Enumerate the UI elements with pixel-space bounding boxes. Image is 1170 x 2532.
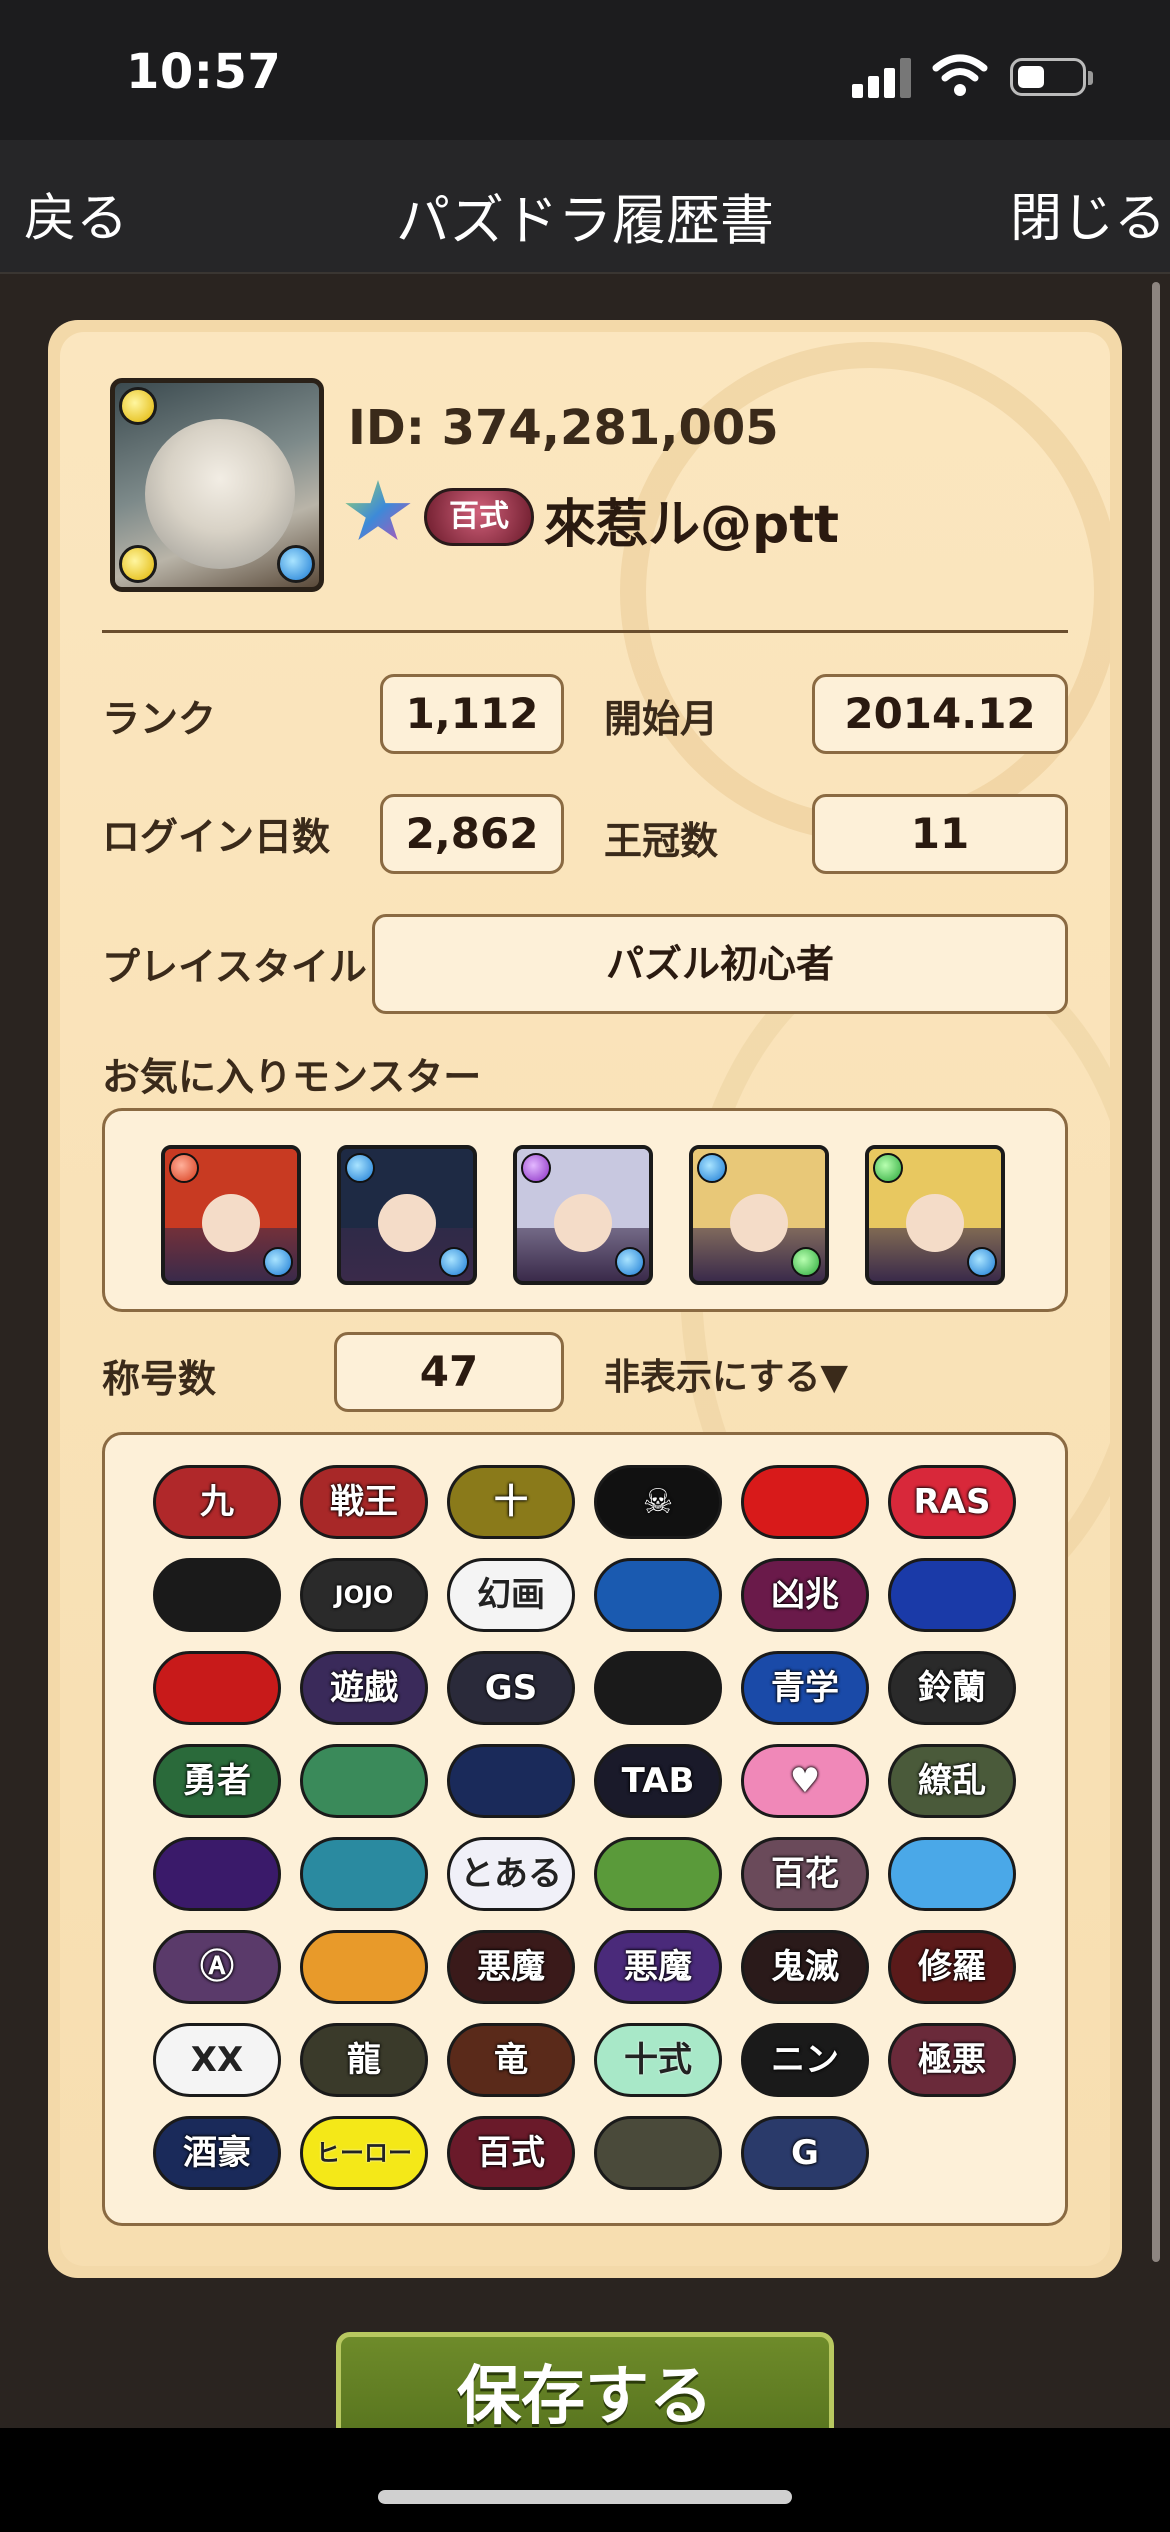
- fav-monster-2[interactable]: [337, 1145, 477, 1285]
- title-badge[interactable]: 修羅: [888, 1930, 1016, 2004]
- fav-monster-1[interactable]: [161, 1145, 301, 1285]
- rank-star-icon: [344, 480, 412, 546]
- titles-grid: 九戦王十 ☠ RAS JOJO 幻画 凶兆遊戯 GS 青学 鈴蘭勇者 TAB ♥ 繚乱とある 百花 Ⓐ 悪魔…: [102, 1432, 1068, 2226]
- title-badge[interactable]: G: [741, 2116, 869, 2190]
- title-badge[interactable]: 竜: [447, 2023, 575, 2097]
- login-days-label: ログイン日数: [102, 815, 331, 859]
- title-badge[interactable]: [888, 1837, 1016, 1911]
- title-badge[interactable]: 龍: [300, 2023, 428, 2097]
- title-badge[interactable]: [300, 1837, 428, 1911]
- title-badge[interactable]: ☠: [594, 1465, 722, 1539]
- water-orb-icon: [277, 545, 315, 583]
- title-badge[interactable]: [153, 1651, 281, 1725]
- title-badge[interactable]: [594, 1651, 722, 1725]
- fav-monster-3[interactable]: [513, 1145, 653, 1285]
- start-month-value: 2014.12: [812, 674, 1068, 754]
- title-badge[interactable]: ♥: [741, 1744, 869, 1818]
- playstyle-value[interactable]: パズル初心者: [372, 914, 1068, 1014]
- leader-monster-avatar[interactable]: [110, 378, 324, 592]
- title-count-value: 47: [334, 1332, 564, 1412]
- title-badge[interactable]: JOJO: [300, 1558, 428, 1632]
- rank-label: ランク: [102, 697, 217, 741]
- playstyle-label: プレイスタイル: [102, 945, 367, 989]
- signal-icon: [852, 58, 912, 98]
- title-badge[interactable]: [447, 1744, 575, 1818]
- title-badge[interactable]: 十式: [594, 2023, 722, 2097]
- title-badge[interactable]: 青学: [741, 1651, 869, 1725]
- battery-icon: [1010, 58, 1093, 96]
- title-badge[interactable]: 百花: [741, 1837, 869, 1911]
- title-badge[interactable]: 鬼滅: [741, 1930, 869, 2004]
- title-badge[interactable]: 極悪: [888, 2023, 1016, 2097]
- title-badge[interactable]: 繚乱: [888, 1744, 1016, 1818]
- title-badge[interactable]: 九: [153, 1465, 281, 1539]
- title-badge[interactable]: 悪魔: [447, 1930, 575, 2004]
- title-badge[interactable]: RAS: [888, 1465, 1016, 1539]
- title-badge[interactable]: GS: [447, 1651, 575, 1725]
- favorite-monsters-label: お気に入りモンスター: [102, 1055, 482, 1099]
- title-badge[interactable]: とある: [447, 1837, 575, 1911]
- crown-count-label: 王冠数: [604, 819, 719, 863]
- hide-titles-toggle[interactable]: 非表示にする▼: [604, 1348, 848, 1400]
- title-badge[interactable]: 戦王: [300, 1465, 428, 1539]
- status-time: 10:57: [126, 44, 282, 100]
- title-count-label: 称号数: [102, 1357, 217, 1401]
- wifi-icon: [932, 54, 988, 96]
- title-badge[interactable]: [741, 1465, 869, 1539]
- home-indicator: [378, 2490, 792, 2504]
- close-button[interactable]: 閉じる: [1010, 176, 1166, 251]
- scrollbar[interactable]: [1152, 282, 1160, 2262]
- title-badge[interactable]: [594, 2116, 722, 2190]
- status-bar: 10:57: [0, 0, 1170, 140]
- title-badge[interactable]: XX: [153, 2023, 281, 2097]
- page-title: パズドラ履歴書: [396, 189, 774, 252]
- title-badge[interactable]: 幻画: [447, 1558, 575, 1632]
- title-badge[interactable]: [153, 1558, 281, 1632]
- title-badge[interactable]: [888, 1558, 1016, 1632]
- title-badge[interactable]: 十: [447, 1465, 575, 1539]
- light-orb-icon: [119, 387, 157, 425]
- avatar-portrait: [145, 419, 295, 569]
- title-badge[interactable]: 遊戯: [300, 1651, 428, 1725]
- title-badge[interactable]: [300, 1744, 428, 1818]
- title-badge[interactable]: ニン: [741, 2023, 869, 2097]
- title-badge[interactable]: TAB: [594, 1744, 722, 1818]
- crown-count-value: 11: [812, 794, 1068, 874]
- rank-value: 1,112: [380, 674, 564, 754]
- player-name: 來惹ル@ptt: [544, 495, 839, 555]
- title-badge[interactable]: 鈴蘭: [888, 1651, 1016, 1725]
- fav-monster-4[interactable]: [689, 1145, 829, 1285]
- login-days-value: 2,862: [380, 794, 564, 874]
- nav-bar: 戻る パズドラ履歴書 閉じる: [0, 140, 1170, 274]
- start-month-label: 開始月: [604, 697, 719, 741]
- fav-monster-5[interactable]: [865, 1145, 1005, 1285]
- title-badge[interactable]: 酒豪: [153, 2116, 281, 2190]
- title-badge[interactable]: 凶兆: [741, 1558, 869, 1632]
- title-badge[interactable]: [300, 1930, 428, 2004]
- title-badge[interactable]: ヒーロー: [300, 2116, 428, 2190]
- title-badge[interactable]: Ⓐ: [153, 1930, 281, 2004]
- title-badge[interactable]: 悪魔: [594, 1930, 722, 2004]
- title-badge[interactable]: 百式: [447, 2116, 575, 2190]
- bottom-safe-area: [0, 2428, 1170, 2532]
- player-title-badge: 百式: [424, 488, 534, 546]
- title-badge[interactable]: 勇者: [153, 1744, 281, 1818]
- title-badge[interactable]: [594, 1837, 722, 1911]
- favorite-monsters-box: [102, 1108, 1068, 1312]
- title-badge[interactable]: [594, 1558, 722, 1632]
- light-orb-icon: [119, 545, 157, 583]
- player-id: ID: 374,281,005: [348, 400, 779, 456]
- divider: [102, 630, 1068, 633]
- title-badge[interactable]: [153, 1837, 281, 1911]
